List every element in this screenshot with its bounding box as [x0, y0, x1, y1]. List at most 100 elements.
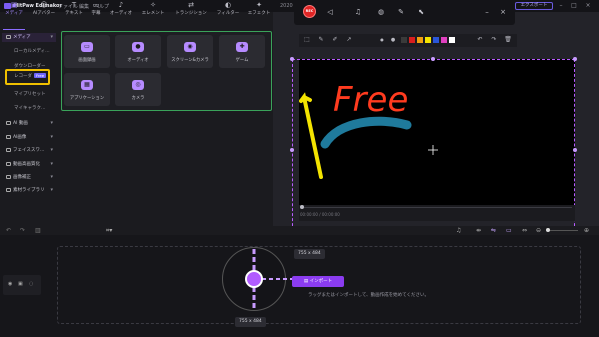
sidebar: [2, 32, 58, 224]
ai-video-icon: [6, 120, 11, 125]
face-swap-icon: [6, 147, 11, 152]
chevron-down-icon: ▾: [50, 161, 53, 167]
color-swatch[interactable]: [409, 37, 415, 43]
transition-icon: ⇄: [188, 1, 194, 9]
zoom-slider-thumb[interactable]: [546, 228, 550, 232]
sidebar-item-my-presets[interactable]: マイプリセット: [2, 90, 56, 99]
chevron-down-icon: ▾: [50, 34, 53, 40]
track-lock-icon[interactable]: ▣: [18, 281, 23, 287]
tab-audio[interactable]: ♪ オーディオ: [108, 0, 134, 18]
zoom-in-icon[interactable]: ⊕: [584, 227, 589, 234]
card-camera[interactable]: ◎ カメラ: [115, 73, 161, 106]
sidebar-item-ai-video[interactable]: AI 動画 ▾: [2, 119, 56, 128]
sidebar-item-my-characters[interactable]: マイキャラク…: [2, 104, 56, 113]
card-screen-camera[interactable]: ◉ スクリーン&カメラ: [167, 35, 213, 68]
card-audio[interactable]: ● オーディオ: [115, 35, 161, 68]
subtitle-icon: ▭: [92, 1, 100, 9]
tab-effect[interactable]: ✦ エフェクト: [245, 0, 273, 18]
resize-handle[interactable]: [573, 57, 577, 61]
drop-hint-text: ラッグまたはインポートして、動画作成を始めてください。: [308, 293, 430, 298]
preview-playhead[interactable]: [300, 205, 304, 209]
crop-icon[interactable]: ⌗▾: [106, 227, 112, 235]
color-swatch[interactable]: [433, 37, 439, 43]
chevron-down-icon: ▾: [50, 134, 53, 140]
color-swatch[interactable]: [401, 37, 407, 43]
minimize-recorder-icon[interactable]: –: [482, 7, 492, 17]
export-button[interactable]: エクスポート: [515, 2, 553, 10]
delete-icon[interactable]: ▥: [35, 227, 41, 234]
sidebar-item-ai-image[interactable]: AI画像 ▾: [2, 133, 56, 142]
media-icon: ▣: [10, 1, 18, 9]
resize-handle[interactable]: [573, 148, 577, 152]
sidebar-item-image-enhance[interactable]: 画像補正 ▾: [2, 173, 56, 182]
magnifier-overlay: [245, 249, 292, 309]
avatar-icon: ☺: [40, 1, 48, 9]
card-application[interactable]: ▦ アプリケーション: [64, 73, 110, 106]
audio-icon: ♪: [118, 1, 124, 9]
brush-size-medium-icon[interactable]: ●: [389, 36, 397, 44]
sidebar-item-face-swap[interactable]: フェイススワ… ▾: [2, 146, 56, 155]
color-swatch[interactable]: [449, 37, 455, 43]
sidebar-item-asset-library[interactable]: 素材ライブラリ ▾: [2, 186, 56, 195]
tab-transition[interactable]: ⇄ トランジション: [172, 0, 210, 18]
minimize-icon[interactable]: –: [556, 2, 566, 10]
tab-element[interactable]: ✧ エレメント: [138, 0, 168, 18]
video-upscale-icon: [6, 161, 11, 166]
select-icon[interactable]: ⬚: [303, 36, 311, 44]
mic-record-icon[interactable]: ♫: [456, 227, 461, 234]
maximize-icon[interactable]: □: [569, 2, 579, 10]
color-swatch[interactable]: [425, 37, 431, 43]
fit-icon[interactable]: ⇔: [522, 227, 527, 234]
track-visibility-icon[interactable]: ◌: [29, 281, 33, 287]
sidebar-item-video-upscale[interactable]: 動画高画質化 ▾: [2, 160, 56, 169]
link-icon[interactable]: ▭: [506, 227, 512, 234]
tab-subtitle[interactable]: ▭ 字幕: [88, 0, 104, 18]
undo-icon[interactable]: ↶: [6, 227, 11, 234]
pen-icon[interactable]: ✎: [396, 7, 406, 17]
ai-image-icon: [6, 134, 11, 139]
cursor-icon[interactable]: ⬉: [416, 7, 426, 17]
undo-icon[interactable]: ↶: [476, 36, 484, 44]
card-game[interactable]: ✚ ゲーム: [219, 35, 265, 68]
chevron-down-icon: ▾: [50, 120, 53, 126]
resize-handle[interactable]: [290, 57, 294, 61]
webcam-icon[interactable]: ◍: [376, 7, 386, 17]
tab-text[interactable]: T テキスト: [62, 0, 86, 18]
resize-handle[interactable]: [290, 148, 294, 152]
resize-handle[interactable]: [431, 57, 435, 61]
active-tab-underline: [3, 29, 25, 30]
redo-icon[interactable]: ↷: [490, 36, 498, 44]
brush-size-small-icon[interactable]: ●: [378, 36, 386, 44]
sidebar-item-media[interactable]: メディア ▾: [2, 33, 56, 42]
magnet-snap-icon[interactable]: ⇋: [491, 227, 496, 234]
microphone-icon[interactable]: ♫: [353, 7, 363, 17]
color-swatch[interactable]: [417, 37, 423, 43]
speaker-icon[interactable]: ◁: [325, 7, 335, 17]
zoom-slider[interactable]: [546, 230, 578, 231]
close-icon[interactable]: ×: [583, 2, 593, 10]
card-screen-record[interactable]: ▭ 画面録画: [64, 35, 110, 68]
zoom-out-icon[interactable]: ⊖: [536, 227, 541, 234]
application-icon: ▦: [81, 80, 93, 90]
close-recorder-icon[interactable]: ×: [498, 7, 508, 17]
preview-scrubber-track[interactable]: [302, 207, 572, 208]
color-swatches: [401, 37, 455, 43]
track-audio-icon[interactable]: ◉: [8, 281, 12, 287]
arrow-tool-icon[interactable]: ↗: [345, 36, 353, 44]
version-stub: 2020: [280, 3, 293, 9]
record-button[interactable]: REC: [303, 5, 316, 18]
redo-icon[interactable]: ↷: [20, 227, 25, 234]
tab-ai-avatar[interactable]: ☺ AIアバター: [30, 0, 58, 18]
split-icon[interactable]: ⇹: [476, 227, 481, 234]
pencil-icon[interactable]: ✎: [317, 36, 325, 44]
cursor-point-icon: [245, 270, 263, 288]
tab-media[interactable]: ▣ メディア: [2, 0, 26, 18]
color-swatch[interactable]: [441, 37, 447, 43]
screen-camera-icon: ◉: [184, 42, 196, 52]
tab-filter[interactable]: ◐ フィルター: [214, 0, 242, 18]
import-button[interactable]: ▤ インポート: [292, 276, 344, 287]
trash-icon[interactable]: 🗑: [504, 36, 512, 44]
sidebar-item-local-media[interactable]: ローカルメディ…: [2, 47, 56, 56]
marker-icon[interactable]: ✐: [331, 36, 339, 44]
monitor-icon: ▭: [81, 42, 93, 52]
